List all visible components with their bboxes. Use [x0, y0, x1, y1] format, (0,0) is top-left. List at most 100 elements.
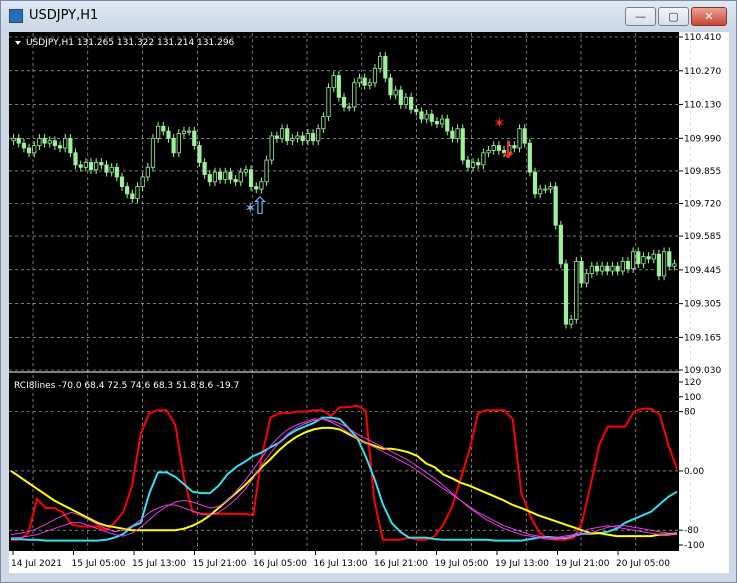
candle-body	[605, 265, 610, 272]
sell-arrow-icon: ↓	[498, 136, 518, 164]
candle-body	[398, 89, 403, 105]
candle-body	[11, 137, 16, 142]
candle-body	[63, 137, 68, 149]
candle	[336, 71, 341, 102]
candle-body	[331, 75, 336, 89]
candle-body	[527, 142, 532, 173]
price-label: 109.990	[684, 134, 721, 144]
price-label: 109.855	[684, 167, 721, 177]
candle-body	[290, 137, 295, 142]
candle-body	[42, 137, 47, 144]
candle-body	[563, 263, 569, 325]
candle-body	[336, 75, 341, 98]
candle-body	[68, 137, 73, 154]
candle-body	[465, 159, 471, 168]
candle-body	[238, 171, 243, 183]
time-label: 19 Jul 05:00	[435, 559, 489, 569]
candle-body	[439, 118, 445, 125]
candle-body	[532, 171, 538, 195]
candle-body	[99, 162, 104, 166]
candle-body	[434, 121, 440, 125]
candle-body	[176, 133, 181, 154]
candle-body	[316, 128, 321, 142]
candle-body	[631, 251, 636, 270]
candle-body	[150, 137, 156, 168]
candle-body	[233, 178, 238, 183]
candle	[269, 131, 274, 165]
candle-body	[460, 128, 465, 161]
candle-body	[197, 145, 202, 163]
candle-body	[217, 171, 223, 180]
candle-body	[641, 256, 646, 265]
candle	[558, 220, 563, 269]
candle-body	[651, 253, 656, 260]
candle-body	[228, 171, 233, 180]
candle-body	[269, 135, 274, 161]
candle-body	[661, 251, 667, 277]
candle-body	[47, 140, 52, 144]
candle-body	[615, 265, 620, 272]
candle-body	[16, 137, 21, 144]
price-label: 109.305	[684, 300, 721, 310]
candle-body	[274, 135, 279, 139]
candle-body	[202, 162, 207, 175]
price-label: 109.030	[684, 366, 721, 376]
candle	[176, 129, 181, 158]
time-label: 16 Jul 05:00	[253, 559, 307, 569]
candle-body	[419, 111, 424, 120]
candle-body	[32, 145, 37, 154]
candle	[661, 247, 667, 281]
price-label: 110.130	[684, 101, 721, 111]
candle-body	[357, 77, 362, 84]
candle-body	[569, 318, 574, 325]
price-label: 110.410	[684, 33, 721, 43]
time-label: 20 Jul 05:00	[616, 559, 670, 569]
candle-body	[254, 186, 259, 190]
candle-body	[352, 82, 357, 108]
candle-body	[341, 96, 347, 108]
candle-body	[321, 116, 326, 130]
candle-body	[646, 256, 651, 260]
time-label: 19 Jul 21:00	[556, 559, 610, 569]
candle-body	[476, 162, 481, 166]
time-label: 15 Jul 21:00	[193, 559, 247, 569]
candle-body	[388, 77, 393, 96]
candle-body	[481, 152, 486, 166]
candle-body	[424, 113, 429, 120]
candle-body	[156, 125, 161, 139]
candle-body	[135, 186, 140, 200]
chart-area[interactable]: ✶ ⇧ ✶ ↓ USDJPY,H1 131.265 131.322 131.21…	[0, 0, 737, 583]
candle-body	[243, 169, 249, 173]
candle-body	[372, 67, 378, 84]
candle-body	[579, 261, 584, 284]
candle-body	[667, 251, 672, 267]
candle-body	[620, 261, 625, 272]
candle-body	[543, 188, 548, 191]
candle-body	[88, 162, 94, 171]
price-label: 109.720	[684, 200, 721, 210]
candle-body	[171, 137, 176, 154]
candle-body	[600, 265, 605, 272]
candle	[579, 257, 584, 288]
candle-body	[104, 164, 109, 173]
candle-body	[445, 118, 450, 132]
candle-body	[207, 174, 212, 183]
price-label: 109.585	[684, 232, 721, 242]
candle-body	[264, 159, 269, 183]
indicator-header: RCI8lines -70.0 68.4 72.5 74.6 68.3 51.8…	[14, 381, 239, 391]
candle-body	[414, 108, 419, 113]
candle-body	[140, 176, 145, 188]
candle	[553, 182, 558, 230]
candle	[656, 249, 662, 281]
candle-body	[166, 130, 171, 139]
candle-body	[52, 140, 57, 146]
price-label: 109.165	[684, 333, 721, 343]
candle-body	[300, 135, 305, 142]
level-label: 120	[684, 378, 701, 388]
candle-body	[109, 166, 114, 173]
candle-body	[367, 82, 372, 86]
candle-body	[378, 55, 383, 69]
price-label: 110.270	[684, 67, 721, 77]
candle-body	[636, 251, 641, 265]
candle-body	[161, 125, 166, 132]
